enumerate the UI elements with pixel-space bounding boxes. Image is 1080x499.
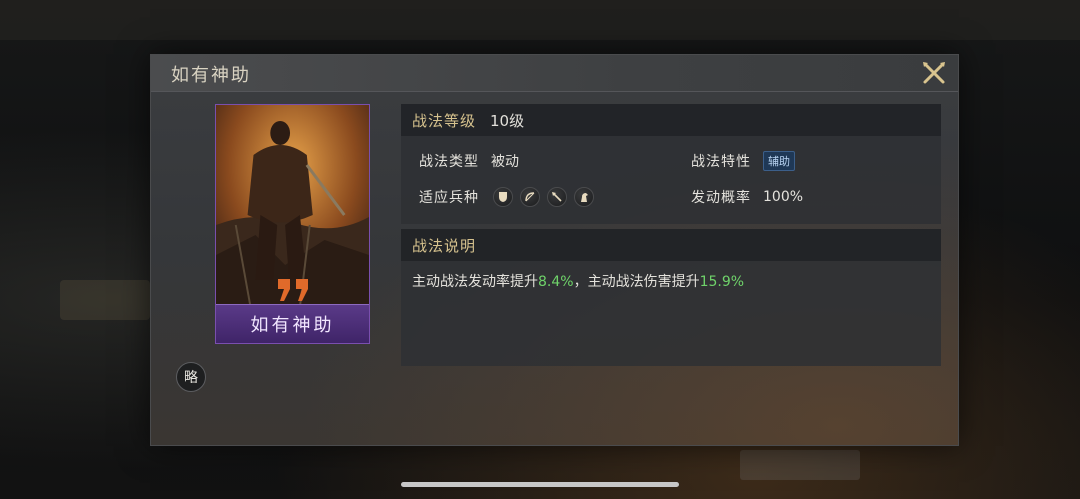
troop-icons	[493, 187, 594, 207]
type-label: 战法类型	[419, 154, 479, 170]
dialog-title: 如有神助	[171, 65, 251, 86]
description-part2: ，主动战法伤害提升	[573, 274, 700, 290]
description-header: 战法说明	[401, 229, 941, 261]
troops-label: 适应兵种	[419, 190, 479, 206]
strategy-type-badge[interactable]: 略	[176, 362, 206, 392]
quote-icon	[278, 279, 308, 301]
spear-icon[interactable]	[547, 187, 567, 207]
skill-dialog: 如有神助 如有神助 略 战法等级 10级 战法类型 被动 战法特性 辅助 适应兵…	[150, 54, 959, 446]
level-value: 10级	[490, 111, 525, 130]
background-top-bar	[0, 0, 1080, 40]
background-button	[740, 450, 860, 480]
dialog-title-bar: 如有神助	[151, 55, 958, 92]
trait-tag: 辅助	[763, 151, 795, 171]
skill-card[interactable]: 如有神助	[215, 104, 370, 344]
card-name-bar: 如有神助	[216, 304, 369, 343]
type-row: 战法类型 被动	[419, 151, 519, 171]
background-element	[60, 280, 150, 320]
close-icon	[923, 62, 945, 84]
horse-icon[interactable]	[574, 187, 594, 207]
description-text: 主动战法发动率提升8.4%，主动战法伤害提升15.9%	[401, 261, 941, 301]
card-name: 如有神助	[250, 315, 335, 336]
description-panel: 战法说明 主动战法发动率提升8.4%，主动战法伤害提升15.9%	[401, 229, 941, 366]
level-label: 战法等级	[412, 111, 477, 130]
shield-icon[interactable]	[493, 187, 513, 207]
description-value1: 8.4%	[538, 274, 574, 290]
troops-row: 适应兵种	[419, 187, 594, 207]
probability-value: 100%	[763, 189, 804, 205]
description-part1: 主动战法发动率提升	[412, 274, 538, 290]
description-value2: 15.9%	[699, 274, 745, 290]
close-button[interactable]	[920, 59, 948, 87]
level-header: 战法等级 10级	[401, 104, 941, 136]
bow-icon[interactable]	[520, 187, 540, 207]
home-indicator[interactable]	[401, 482, 679, 487]
probability-label: 发动概率	[691, 190, 751, 206]
probability-row: 发动概率 100%	[691, 187, 803, 207]
trait-row: 战法特性 辅助	[691, 151, 795, 171]
description-title: 战法说明	[412, 236, 477, 255]
type-value: 被动	[491, 154, 519, 170]
trait-label: 战法特性	[691, 154, 751, 170]
info-panel: 战法等级 10级 战法类型 被动 战法特性 辅助 适应兵种 发动概率 100%	[401, 104, 941, 224]
